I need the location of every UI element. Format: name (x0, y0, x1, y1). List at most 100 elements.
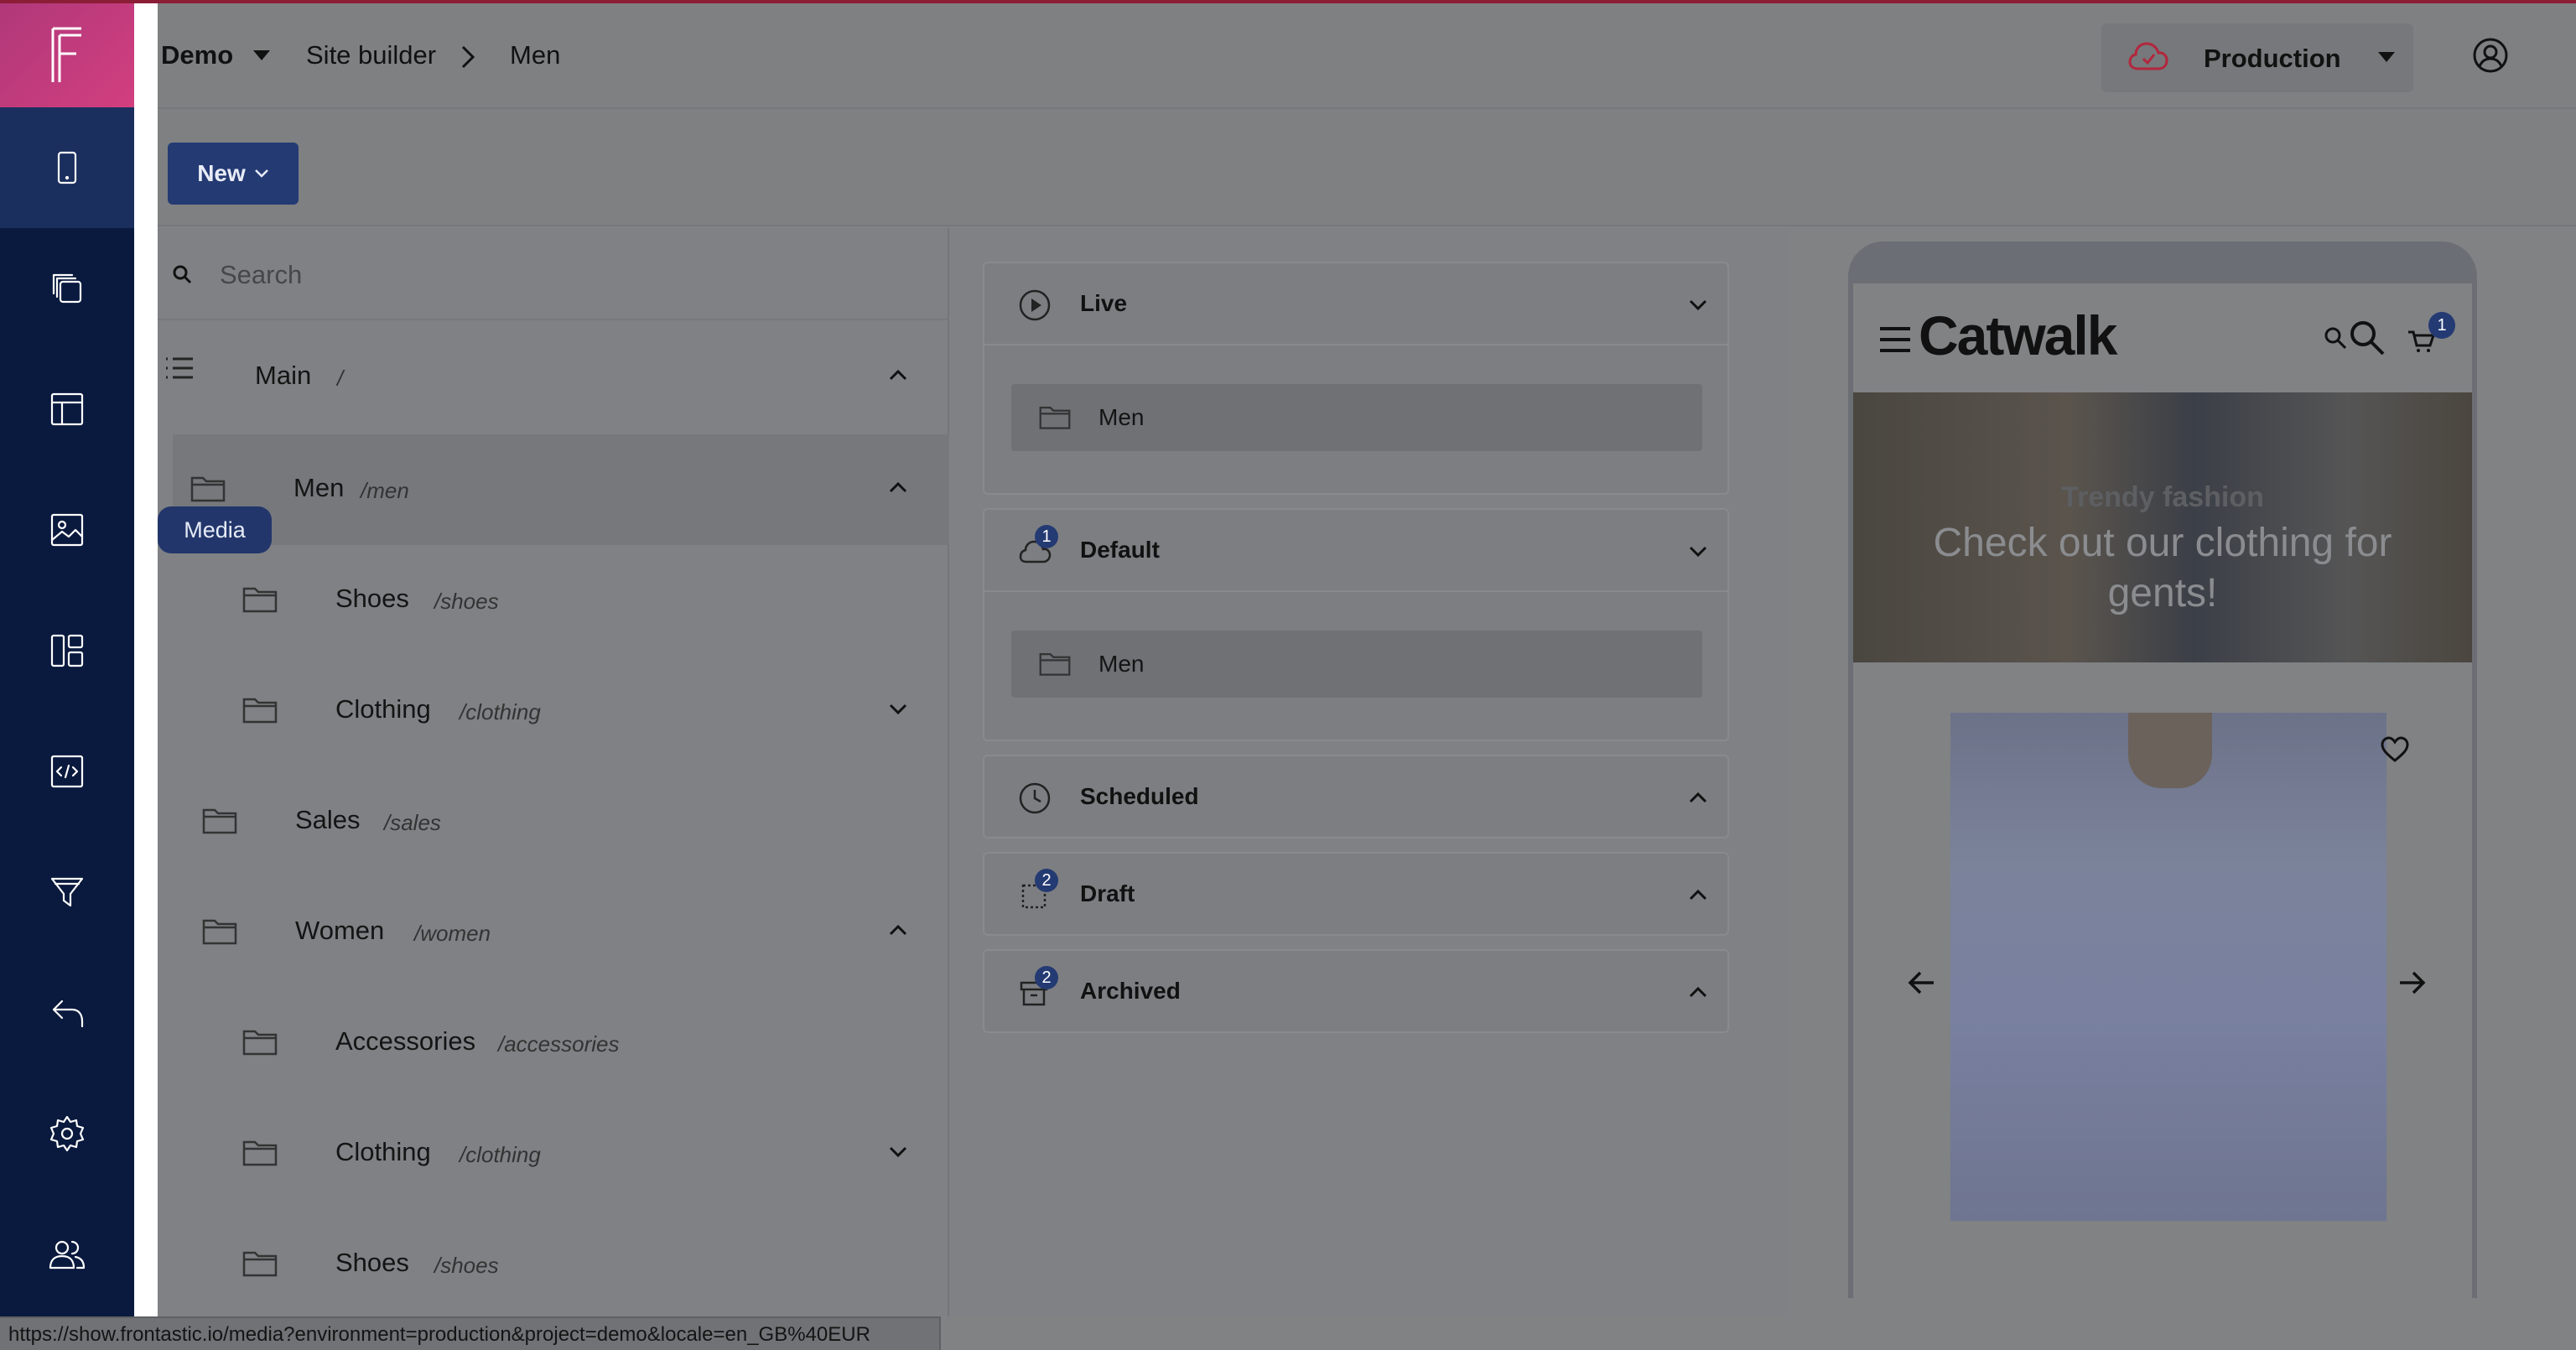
folder-icon (1039, 406, 1071, 429)
top-header: Demo Site builder Men Production (158, 3, 2576, 109)
status-title: Draft (1080, 880, 1135, 906)
count-badge: 2 (1035, 966, 1058, 989)
hamburger-menu-icon[interactable] (1878, 325, 1912, 354)
search-bar[interactable]: Search (158, 228, 949, 320)
clock-icon (1019, 782, 1051, 814)
frontastic-logo[interactable] (0, 3, 134, 107)
tree-item-shoes[interactable]: Shoes /shoes (158, 545, 949, 656)
pages-icon[interactable] (42, 263, 92, 314)
product-image[interactable] (1950, 713, 2386, 1221)
arrow-right-icon[interactable] (2395, 966, 2428, 1000)
folder-icon (242, 1030, 278, 1056)
chevron-right-icon (461, 45, 475, 69)
divider (984, 590, 1727, 592)
status-archived[interactable]: 2 Archived (983, 949, 1729, 1033)
tree-item-label: Shoes (335, 584, 409, 613)
new-button-label: New (197, 160, 246, 186)
default-page-item[interactable]: Men (1011, 631, 1702, 698)
settings-icon[interactable] (42, 1109, 92, 1159)
page-item-label: Men (1098, 404, 1145, 430)
heart-icon[interactable] (2380, 736, 2410, 763)
chevron-up-icon (1689, 889, 1707, 901)
tree-item-women[interactable]: Women /women (158, 877, 949, 988)
count-badge: 1 (1035, 525, 1058, 548)
tree-item-label: Men (293, 473, 345, 502)
status-default: 1 Default Men (983, 508, 1729, 741)
browser-status-url: https://show.frontastic.io/media?environ… (0, 1316, 941, 1350)
chevron-down-icon (254, 169, 268, 178)
count-badge: 2 (1035, 869, 1058, 892)
folder-icon (242, 1251, 278, 1277)
tree-item-path: / (337, 366, 344, 391)
top-accent-line (0, 0, 2576, 3)
redirect-icon[interactable] (42, 988, 92, 1038)
tree-item-path: /clothing (460, 1142, 541, 1167)
templates-icon[interactable] (42, 384, 92, 434)
page-status-panel: Live Men 1 Default Men Scheduled 2 Draft… (951, 228, 1789, 1316)
status-draft[interactable]: 2 Draft (983, 852, 1729, 936)
chevron-up-icon (1689, 986, 1707, 998)
page-item-label: Men (1098, 651, 1145, 677)
tree-item-clothing[interactable]: Clothing /clothing (158, 1098, 949, 1209)
status-live-header[interactable]: Live (984, 263, 1727, 344)
search-icon[interactable] (2346, 317, 2386, 357)
hero-banner[interactable]: Trendy fashion Check out our clothing fo… (1853, 392, 2472, 662)
chevron-up-icon[interactable] (886, 475, 911, 500)
folder-icon (190, 476, 226, 502)
tree-item-path: /men (361, 478, 409, 503)
chevron-up-icon[interactable] (886, 362, 911, 387)
list-icon (166, 357, 193, 379)
search-input[interactable]: Search (220, 260, 302, 290)
page-tree-panel: Search Main / Men /men Shoes /shoes Clot… (158, 228, 949, 1316)
hero-title: Check out our clothing for gents! (1933, 521, 2392, 615)
status-scheduled[interactable]: Scheduled (983, 755, 1729, 839)
mobile-preview-screen: Catwalk 1 Trendy fashion Check out our c… (1853, 283, 2472, 1298)
new-button[interactable]: New (168, 143, 299, 205)
site-builder-icon[interactable] (42, 143, 92, 193)
folder-icon (242, 698, 278, 724)
tree-item-shoes[interactable]: Shoes /shoes (158, 1209, 949, 1320)
status-title: Default (1080, 537, 1160, 563)
filter-icon[interactable] (42, 867, 92, 917)
project-switcher[interactable]: Demo (161, 40, 233, 70)
media-icon[interactable] (42, 505, 92, 555)
breadcrumb-site-builder[interactable]: Site builder (306, 40, 436, 70)
layouts-icon[interactable] (42, 626, 92, 676)
tree-item-accessories[interactable]: Accessories /accessories (158, 988, 949, 1098)
tree-item-main[interactable]: Main / (158, 322, 949, 433)
status-default-header[interactable]: 1 Default (984, 510, 1727, 590)
chevron-down-icon[interactable] (886, 1139, 911, 1164)
users-icon[interactable] (42, 1229, 92, 1280)
shop-brand-logo[interactable]: Catwalk (1919, 304, 2117, 367)
chevron-down-icon[interactable] (253, 50, 270, 60)
folder-icon (242, 1140, 278, 1166)
logo-icon (51, 27, 81, 82)
tree-item-men[interactable]: Men /men (173, 434, 949, 545)
sidebar-edge (134, 3, 158, 1316)
search-icon[interactable] (2323, 325, 2348, 350)
chevron-down-icon[interactable] (886, 696, 911, 721)
tree-item-clothing[interactable]: Clothing /clothing (158, 656, 949, 766)
tree-item-label: Clothing (335, 694, 431, 724)
developer-icon[interactable] (42, 746, 92, 797)
play-icon (1019, 289, 1051, 321)
arrow-left-icon[interactable] (1905, 966, 1939, 1000)
folder-icon (202, 919, 237, 945)
folder-icon (242, 587, 278, 613)
tree-item-path: /accessories (498, 1031, 620, 1057)
shop-header: Catwalk 1 (1853, 283, 2472, 392)
tree-item-label: Women (295, 916, 385, 945)
cloud-icon (2128, 42, 2168, 70)
content-toolbar: New (158, 109, 2576, 226)
chevron-up-icon[interactable] (886, 917, 911, 942)
tree-item-path: /shoes (434, 1253, 499, 1278)
breadcrumb-current: Men (510, 40, 561, 70)
divider (984, 344, 1727, 345)
tree-item-path: /sales (384, 810, 441, 835)
mobile-preview-frame: Catwalk 1 Trendy fashion Check out our c… (1848, 241, 2477, 1298)
environment-selector[interactable]: Production (2101, 23, 2413, 92)
tree-item-sales[interactable]: Sales /sales (158, 766, 949, 877)
live-page-item[interactable]: Men (1011, 384, 1702, 451)
user-account-icon[interactable] (2472, 37, 2509, 74)
tree-item-path: /women (414, 921, 491, 946)
